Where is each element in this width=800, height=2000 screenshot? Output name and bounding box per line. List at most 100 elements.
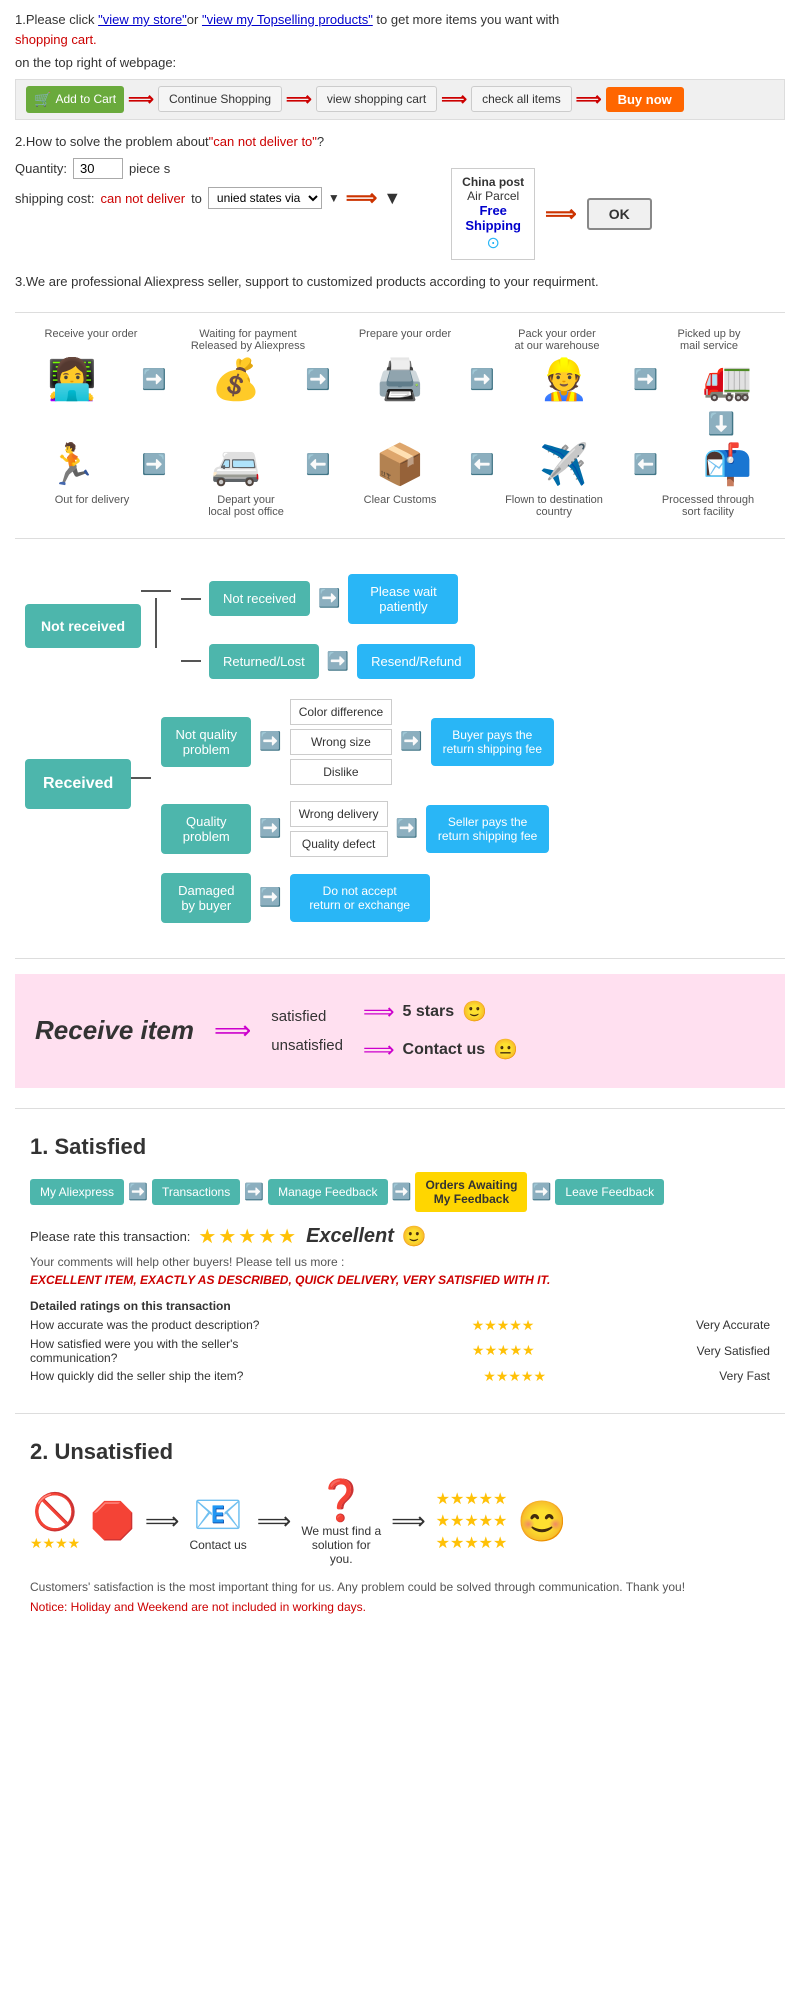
not-received-sub1: Not received <box>209 581 310 616</box>
not-quality-box: Not qualityproblem <box>161 717 251 767</box>
process-section: Receive your order Waiting for paymentRe… <box>15 328 785 518</box>
qty-input[interactable] <box>73 158 123 179</box>
tab-orders-awaiting[interactable]: Orders AwaitingMy Feedback <box>415 1172 527 1212</box>
china-post-line2: Air Parcel <box>462 189 524 203</box>
r3-result: Very Fast <box>719 1369 770 1383</box>
wait-patiently-box: Please waitpatiently <box>348 574 458 624</box>
tab-transactions[interactable]: Transactions <box>152 1179 240 1205</box>
proc-icon-3: 👷 <box>519 356 609 403</box>
proc-icon-b4: 📬 <box>683 441 773 488</box>
buy-now-btn[interactable]: Buy now <box>606 87 684 112</box>
proc-arrow-b2: ⬅️ <box>469 452 494 477</box>
result-stars-2: ★★★★★ <box>436 1511 508 1531</box>
ri-arrow1: ⟹ <box>363 999 395 1025</box>
rating-stars: ★★★★★ <box>198 1224 298 1249</box>
nr-arrow1: ➡️ <box>318 588 340 609</box>
wrong-size-box: Wrong size <box>290 729 393 755</box>
unsat-stars-bottom: ★★★★ <box>30 1535 80 1552</box>
received-section: Received Not qualityproblem ➡️ <box>15 689 785 943</box>
shipping-arrow: ⟹ <box>346 185 378 211</box>
db-arrow: ➡️ <box>259 887 281 908</box>
proc-label-2: Prepare your order <box>350 328 460 352</box>
damaged-box: Damagedby buyer <box>161 873 251 923</box>
contact-us-text: Contact us <box>403 1041 486 1059</box>
r1-stars: ★★★★★ <box>472 1317 535 1334</box>
add-to-cart-btn[interactable]: 🛒 Add to Cart <box>26 86 124 113</box>
r2-stars: ★★★★★ <box>472 1342 535 1359</box>
email-icon: 📧 <box>193 1491 243 1538</box>
select-arrow[interactable]: ▼ <box>328 191 340 205</box>
received-main: Received <box>25 759 131 809</box>
section1-more: to get more items you want with <box>373 12 559 27</box>
contact-us-label: Contact us <box>189 1538 246 1552</box>
email-group: 📧 Contact us <box>189 1491 246 1552</box>
cart-icon: 🛒 <box>34 91 51 108</box>
view-store-link[interactable]: "view my store" <box>98 12 187 27</box>
rating-item-2: How satisfied were you with the seller's… <box>30 1337 770 1365</box>
unsatisfied-section-title: 2. Unsatisfied <box>30 1439 770 1465</box>
no-return-box: Do not acceptreturn or exchange <box>290 874 430 922</box>
proc-icon-b2: 📦 <box>355 441 445 488</box>
solution-label: We must find a solution for you. <box>301 1524 381 1566</box>
qty-unit: piece s <box>129 161 170 176</box>
notice-text: Customers' satisfaction is the most impo… <box>30 1578 770 1596</box>
stars-result-group: ★★★★★ ★★★★★ ★★★★★ <box>436 1489 508 1553</box>
resend-refund-box: Resend/Refund <box>357 644 475 679</box>
country-select[interactable]: unied states via <box>208 187 322 209</box>
shopping-cart-link[interactable]: shopping cart. <box>15 32 97 47</box>
ok-arrow: ⟹ <box>545 201 577 227</box>
tab-arrow4: ➡️ <box>531 1182 551 1202</box>
continue-shopping-btn[interactable]: Continue Shopping <box>158 86 282 112</box>
proc-icon-b0: 🏃 <box>27 441 117 488</box>
proc-label-b2: Clear Customs <box>345 494 455 518</box>
proc-label-b1: Depart yourlocal post office <box>191 494 301 518</box>
section2: 2.How to solve the problem about"can not… <box>15 132 785 261</box>
excellent-smiley: 🙂 <box>402 1224 427 1249</box>
cannot-deliver-shipping: can not deliver <box>101 191 186 206</box>
tab-arrow1: ➡️ <box>128 1182 148 1202</box>
shipping-row: shipping cost: can not deliver to unied … <box>15 185 401 211</box>
excellent-text: Excellent <box>306 1225 394 1248</box>
arrow3: ⟹ <box>441 89 467 110</box>
proc-arrow-b3: ⬅️ <box>633 452 658 477</box>
tab-leave-feedback[interactable]: Leave Feedback <box>555 1179 664 1205</box>
topselling-link[interactable]: "view my Topselling products" <box>202 12 373 27</box>
satisfied-label: satisfied <box>271 1008 326 1025</box>
detailed-ratings: Detailed ratings on this transaction How… <box>30 1299 770 1385</box>
section3-text: 3.We are professional Aliexpress seller,… <box>15 272 785 292</box>
section1-text: 1.Please click "view my store"or "view m… <box>15 10 785 49</box>
feedback-tab-flow: My Aliexpress ➡️ Transactions ➡️ Manage … <box>30 1172 770 1212</box>
rate-text: Please rate this transaction: <box>30 1229 190 1244</box>
comment-text: Your comments will help other buyers! Pl… <box>30 1255 770 1269</box>
proc-icon-1: 💰 <box>191 356 281 403</box>
section1-intro: 1.Please click <box>15 12 98 27</box>
arrow4: ⟹ <box>576 89 602 110</box>
r1-result: Very Accurate <box>696 1318 770 1332</box>
section1-note: on the top right of webpage: <box>15 53 785 73</box>
tab-my-aliexpress[interactable]: My Aliexpress <box>30 1179 124 1205</box>
happy-face-icon: 😊 <box>517 1498 567 1545</box>
tab-arrow2: ➡️ <box>244 1182 264 1202</box>
seller-pays-box: Seller pays thereturn shipping fee <box>426 805 549 853</box>
unsat-arrow2: ⟹ <box>257 1507 291 1536</box>
arrow1: ⟹ <box>128 89 154 110</box>
rating-row: Please rate this transaction: ★★★★★ Exce… <box>30 1224 770 1249</box>
ok-button[interactable]: OK <box>587 198 652 230</box>
dropdown-arrow2[interactable]: ▼ <box>383 188 401 209</box>
qp-arrow2: ➡️ <box>396 818 418 839</box>
result-stars-1: ★★★★★ <box>436 1489 508 1509</box>
china-post-line1: China post <box>462 175 524 189</box>
buyer-pays-box: Buyer pays thereturn shipping fee <box>431 718 554 766</box>
check-all-btn[interactable]: check all items <box>471 86 572 112</box>
tab-manage-feedback[interactable]: Manage Feedback <box>268 1179 387 1205</box>
proc-icon-0: 👩‍💻 <box>27 356 117 403</box>
free-shipping-text: Free Shipping <box>462 203 524 233</box>
review-text: EXCELLENT ITEM, EXACTLY AS DESCRIBED, QU… <box>30 1273 770 1287</box>
unsat-arrow3: ⟹ <box>391 1507 425 1536</box>
view-shopping-cart-btn[interactable]: view shopping cart <box>316 86 437 112</box>
result-stars-3: ★★★★★ <box>436 1533 508 1553</box>
ri-arrow2: ⟹ <box>363 1037 395 1063</box>
proc-label-b3: Flown to destinationcountry <box>499 494 609 518</box>
section1-or: or <box>187 12 202 27</box>
solution-group: ❓ We must find a solution for you. <box>301 1477 381 1566</box>
